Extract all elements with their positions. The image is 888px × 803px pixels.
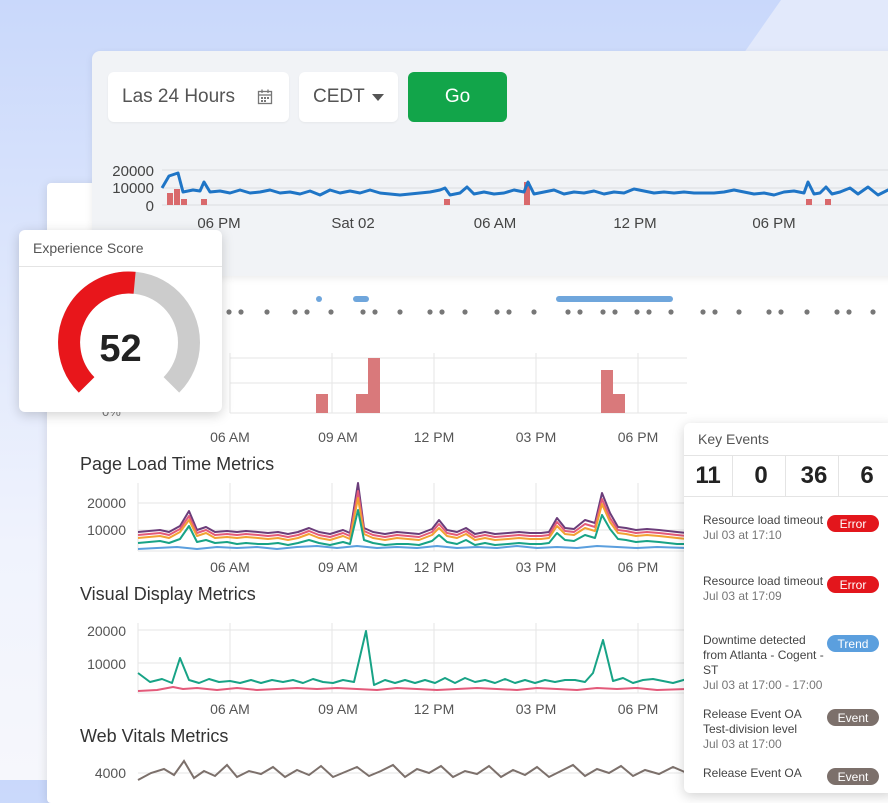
error-bar[interactable]	[356, 394, 368, 413]
time-tick: 09 AM	[318, 559, 358, 575]
time-tick: 06 PM	[618, 429, 658, 445]
error-badge: Error	[827, 515, 879, 532]
event-item[interactable]: Resource load timeout Jul 03 at 17:09 Er…	[703, 574, 888, 603]
overview-bar[interactable]	[181, 199, 187, 205]
y-tick: 10000	[87, 656, 126, 672]
series-line[interactable]	[137, 686, 688, 692]
event-time: Jul 03 at 17:00	[703, 737, 782, 751]
key-events-title: Key Events	[698, 431, 769, 447]
overview-bar[interactable]	[806, 199, 812, 205]
calendar-icon[interactable]	[257, 89, 273, 105]
event-item[interactable]: Resource load timeout Jul 03 at 17:10 Er…	[703, 513, 888, 542]
visual-display-chart: 20000 10000 06 AM 09 AM 12 PM 03 PM 06 P…	[87, 623, 688, 717]
time-tick: 06 AM	[210, 701, 250, 717]
series-line[interactable]	[137, 759, 688, 781]
y-tick: 4000	[95, 765, 126, 781]
error-bar[interactable]	[368, 358, 380, 413]
overview-bar[interactable]	[167, 193, 173, 205]
time-tick: 06 PM	[618, 701, 658, 717]
warning-count[interactable]: 0	[737, 456, 786, 496]
series-line[interactable]	[137, 630, 688, 686]
overview-x-tick: Sat 02	[331, 215, 374, 232]
time-range-picker[interactable]: Las 24 Hours	[108, 72, 289, 122]
time-range-value: Las 24 Hours	[122, 86, 236, 107]
y-tick: 10000	[87, 522, 126, 538]
overview-y-tick: 0	[146, 198, 154, 215]
time-tick: 09 AM	[318, 429, 358, 445]
time-tick: 12 PM	[414, 701, 454, 717]
web-vitals-title: Web Vitals Metrics	[80, 726, 229, 746]
y-tick: 20000	[87, 623, 126, 639]
page-load-title: Page Load Time Metrics	[80, 454, 275, 474]
timezone-select[interactable]: CEDT	[299, 72, 398, 122]
y-tick: 20000	[87, 495, 126, 511]
visual-display-title: Visual Display Metrics	[80, 584, 256, 604]
overview-y-tick: 20000	[112, 163, 154, 180]
timezone-value: CEDT	[313, 86, 365, 107]
overview-bar[interactable]	[444, 199, 450, 205]
chevron-down-icon	[372, 94, 384, 101]
overview-bar[interactable]	[825, 199, 831, 205]
event-title: Resource load timeout	[703, 574, 824, 588]
overview-x-tick: 12 PM	[613, 215, 656, 232]
experience-score-card: Experience Score 52	[19, 230, 222, 412]
time-tick: 09 AM	[318, 701, 358, 717]
error-bar[interactable]	[601, 370, 613, 413]
error-bar[interactable]	[316, 394, 328, 413]
time-tick: 12 PM	[414, 429, 454, 445]
overview-x-tick: 06 PM	[752, 215, 795, 232]
event-badge: Event	[827, 709, 879, 726]
key-events-card: Key Events 11 0 36 6 Resource load timeo…	[684, 423, 888, 793]
time-tick: 03 PM	[516, 559, 556, 575]
event-time: Jul 03 at 17:00 - 17:00	[703, 678, 823, 692]
time-tick: 06 PM	[618, 559, 658, 575]
series-line[interactable]	[137, 545, 688, 550]
overview-y-tick: 10000	[112, 180, 154, 197]
time-tick: 03 PM	[516, 429, 556, 445]
time-tick: 06 AM	[210, 429, 250, 445]
event-count[interactable]: 6	[843, 456, 888, 496]
overview-bar[interactable]	[201, 199, 207, 205]
experience-score-title: Experience Score	[19, 230, 222, 267]
trend-badge: Trend	[827, 635, 879, 652]
event-title: Resource load timeout	[703, 513, 824, 527]
overview-x-tick: 06 AM	[474, 215, 517, 232]
time-tick: 12 PM	[414, 559, 454, 575]
event-item[interactable]: Downtime detected from Atlanta - Cogent …	[703, 633, 888, 692]
trend-count[interactable]: 36	[790, 456, 839, 496]
go-button[interactable]: Go	[408, 72, 507, 122]
time-tick: 03 PM	[516, 701, 556, 717]
error-badge: Error	[827, 576, 879, 593]
event-title: Release Event OA Test-division level	[703, 707, 802, 736]
event-item[interactable]: Release Event OA Test-division level Jul…	[703, 707, 888, 751]
error-count[interactable]: 11	[684, 456, 733, 496]
event-counts: 11 0 36 6	[684, 455, 888, 497]
event-title: Downtime detected from Atlanta - Cogent …	[703, 633, 824, 677]
experience-score-value: 52	[99, 328, 142, 370]
web-vitals-chart: 4000	[95, 759, 688, 781]
event-title: Release Event OA	[703, 766, 802, 780]
time-tick: 06 AM	[210, 559, 250, 575]
page-load-chart: 20000 10000 06 AM 09 AM 12 PM 03 PM 06 P…	[87, 482, 688, 575]
event-badge: Event	[827, 768, 879, 785]
error-bar[interactable]	[613, 394, 625, 413]
overview-bar[interactable]	[174, 189, 180, 205]
event-item[interactable]: Release Event OA Event	[703, 766, 888, 785]
